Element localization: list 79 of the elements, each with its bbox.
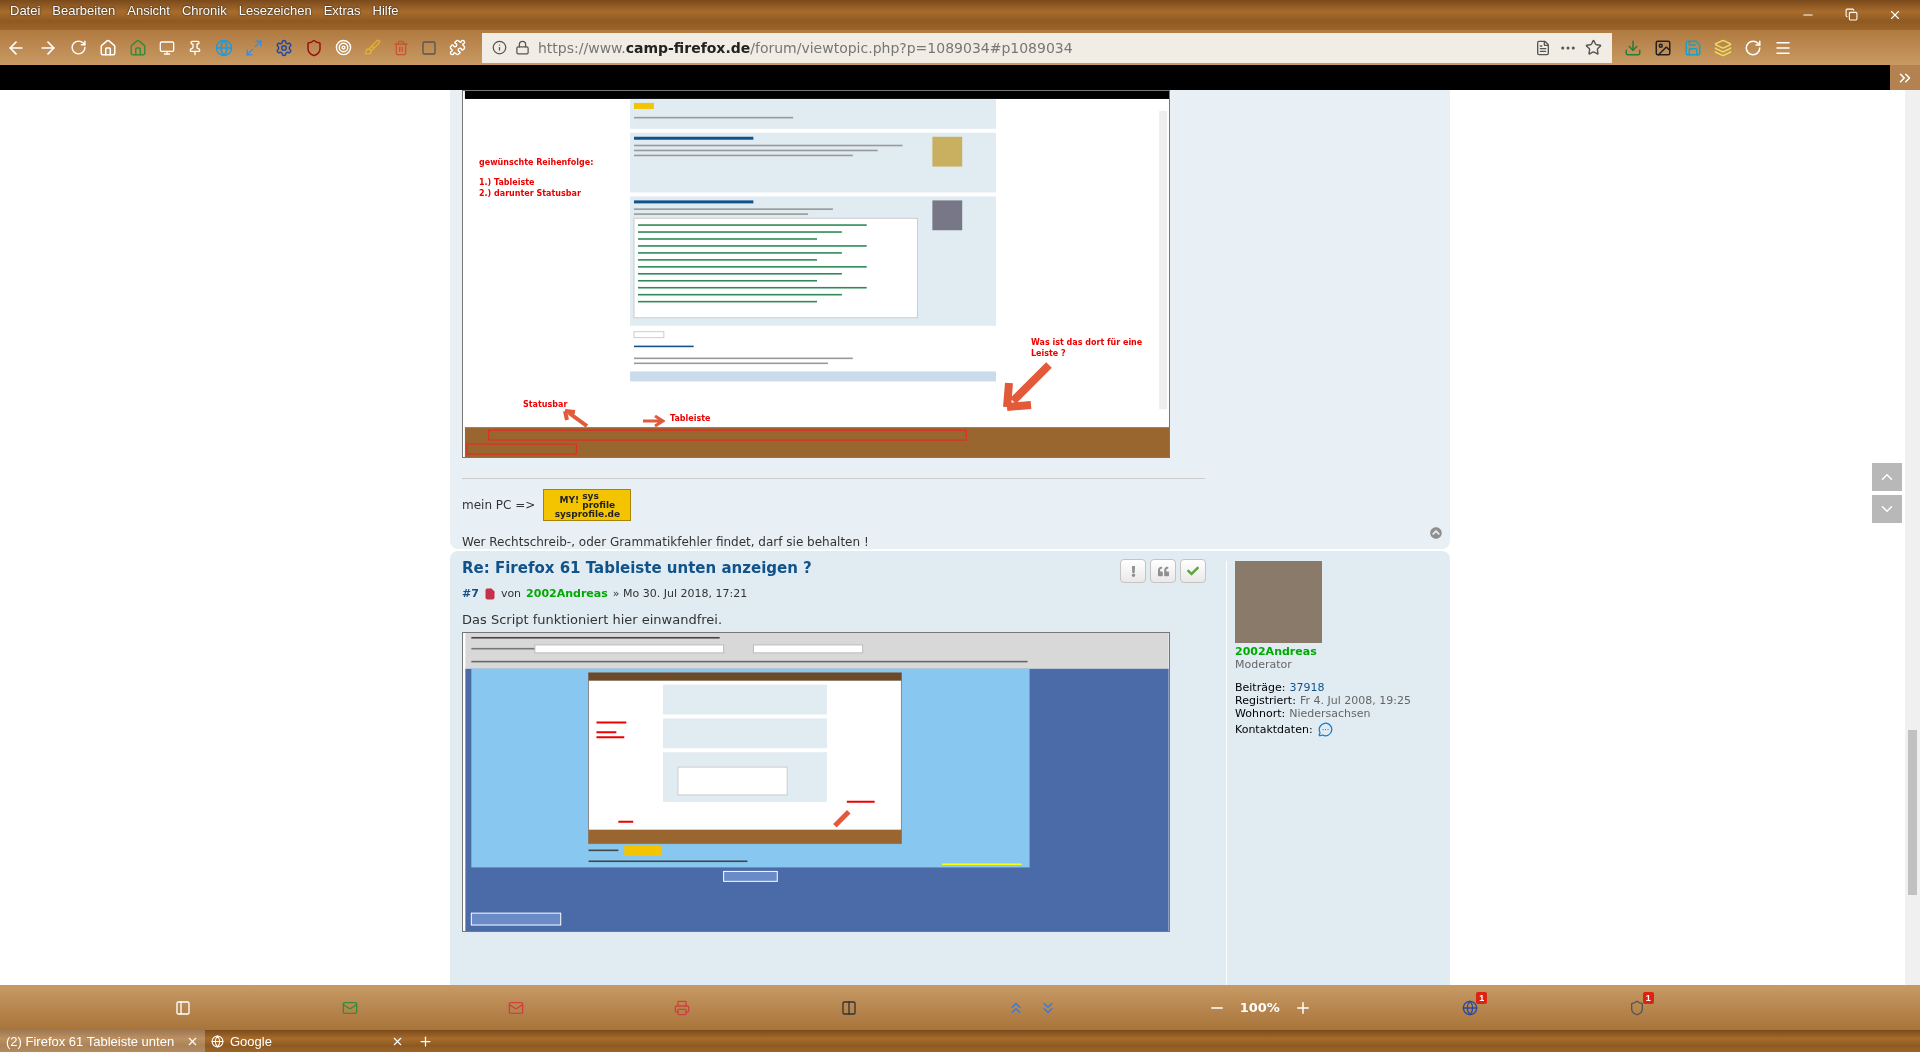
quote-icon <box>1157 565 1169 577</box>
report-button[interactable] <box>1120 559 1146 583</box>
stat-value: Niedersachsen <box>1289 707 1371 720</box>
columns-icon[interactable] <box>840 999 857 1016</box>
menu-item[interactable]: Bearbeiten <box>46 2 122 19</box>
bookmark-star-icon[interactable] <box>1585 39 1602 56</box>
signature-label: mein PC => <box>462 498 536 512</box>
annotation-text: gewünschte Reihenfolge: <box>479 157 594 169</box>
scroll-down-button[interactable] <box>1872 495 1902 523</box>
pin-icon[interactable] <box>187 39 203 56</box>
house-icon[interactable] <box>129 38 147 57</box>
scroll-top-icon[interactable] <box>1430 527 1442 539</box>
trash-icon[interactable] <box>393 39 409 56</box>
layers-icon[interactable] <box>1714 38 1732 57</box>
stat-label: Registriert: <box>1235 694 1296 707</box>
menu-item[interactable]: Extras <box>317 2 367 19</box>
author-name[interactable]: 2002Andreas <box>526 587 608 600</box>
stat-label: Beiträge: <box>1235 681 1286 694</box>
printer-icon[interactable] <box>674 999 691 1016</box>
monitor-icon[interactable] <box>159 39 175 56</box>
file-icon[interactable] <box>483 587 496 600</box>
window-icon[interactable] <box>421 39 437 56</box>
annotation-text: Was ist das dort für eine Leiste ? <box>1031 337 1144 360</box>
close-icon[interactable] <box>1888 8 1902 22</box>
annotation-text: Statusbar <box>523 399 568 411</box>
post-text: Das Script funktioniert hier einwandfrei. <box>462 612 724 627</box>
menu-item[interactable]: Ansicht <box>121 2 176 19</box>
new-tab-icon[interactable] <box>418 1033 433 1049</box>
menu-item[interactable]: Chronik <box>175 2 233 19</box>
notification-badge: 1 <box>1642 991 1654 1004</box>
reload-icon[interactable] <box>1744 38 1762 57</box>
mail-icon[interactable] <box>508 999 525 1016</box>
scrollbar[interactable] <box>1905 90 1920 985</box>
menu-item[interactable]: Hilfe <box>366 2 405 19</box>
puzzle-icon[interactable] <box>449 39 466 56</box>
settings-icon[interactable] <box>275 38 293 57</box>
by-label: von <box>500 587 522 600</box>
zoom-level[interactable]: 100% <box>1239 1000 1280 1015</box>
profile-rank: Moderator <box>1235 658 1293 671</box>
menu-item[interactable]: Lesezeichen <box>232 2 318 19</box>
chat-icon[interactable] <box>1317 722 1333 737</box>
arrow-icon <box>643 415 665 427</box>
stat-link[interactable]: 37918 <box>1289 681 1325 694</box>
lock-icon <box>515 40 530 55</box>
image-icon[interactable] <box>1654 38 1672 57</box>
reload-icon[interactable] <box>70 39 87 56</box>
post-date: » Mo 30. Jul 2018, 17:21 <box>612 587 748 600</box>
restore-icon[interactable] <box>1845 8 1858 21</box>
broom-icon[interactable] <box>364 39 381 56</box>
stat-label: Wohnort: <box>1235 707 1286 720</box>
stat-value: Fr 4. Jul 2008, 19:25 <box>1299 694 1411 707</box>
overflow-button[interactable] <box>1890 65 1920 90</box>
approve-button[interactable] <box>1180 559 1206 583</box>
browser-tab[interactable]: Google <box>205 1030 410 1052</box>
address-bar[interactable]: https://www.camp-firefox.de/forum/viewtopic.php?p=1089034#p1089034 <box>482 32 1612 63</box>
post-number[interactable]: #7 <box>462 587 479 600</box>
menu-item[interactable]: Datei <box>4 2 47 19</box>
globe-icon <box>211 1034 224 1048</box>
signature-text: Wer Rechtschreib-, oder Grammatikfehler findet, darf sie behalten ! <box>462 535 870 549</box>
globe-icon[interactable] <box>1462 999 1479 1016</box>
reader-view-icon[interactable] <box>1535 39 1551 56</box>
arrow-icon <box>563 409 589 427</box>
annotation-text: 1.) Tableiste 2.) darunter Statusbar <box>479 177 581 200</box>
browser-tab[interactable]: (2) Firefox 61 Tableiste unten <box>0 1030 205 1052</box>
target-icon[interactable] <box>335 39 352 56</box>
profile-name[interactable]: 2002Andreas <box>1235 645 1411 658</box>
shield-icon[interactable] <box>305 38 323 57</box>
post-title[interactable]: Re: Firefox 61 Tableiste unten anzeigen ? <box>462 559 812 583</box>
home-icon[interactable] <box>99 38 117 57</box>
arrow-icon <box>1003 361 1053 413</box>
contact-label: Kontaktdaten: <box>1235 723 1313 736</box>
scroll-up-button[interactable] <box>1872 463 1902 491</box>
sidebar-icon[interactable] <box>175 999 192 1016</box>
info-icon[interactable] <box>492 40 507 55</box>
quote-button[interactable] <box>1150 559 1176 583</box>
shield-icon[interactable] <box>1628 999 1645 1016</box>
check-icon <box>1187 565 1199 577</box>
download-icon[interactable] <box>1624 38 1642 57</box>
notification-badge: 1 <box>1476 991 1488 1004</box>
